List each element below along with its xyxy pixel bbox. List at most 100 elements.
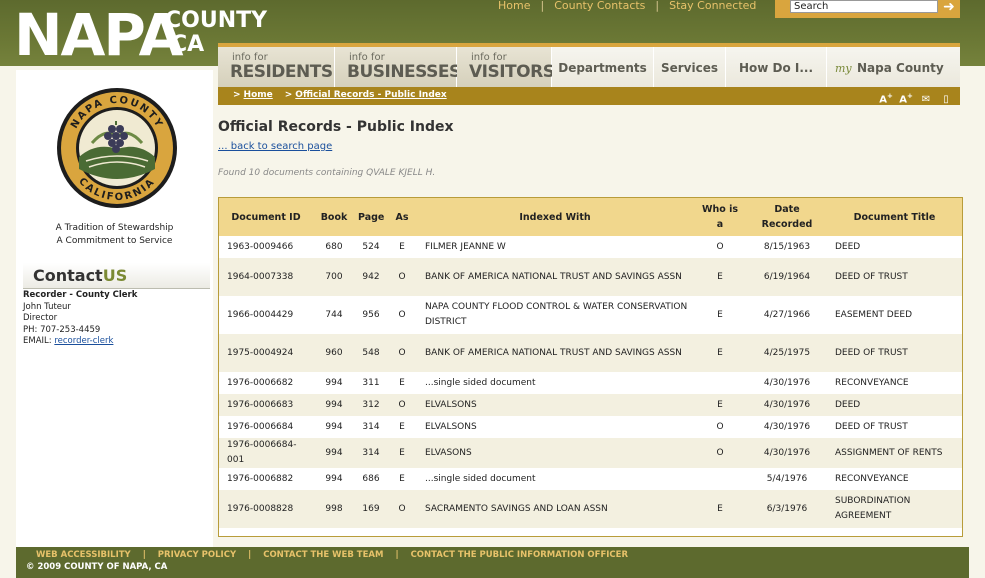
cell-who-is-a: E <box>693 296 747 334</box>
cell-document-id: 1976-0006684 <box>219 416 313 438</box>
cell-indexed-with: ...single sided document <box>417 372 693 394</box>
contact-info: Recorder - County Clerk John Tuteur Dire… <box>23 290 213 348</box>
table-row[interactable]: 1966-0004429 744 956 O NAPA COUNTY FLOOD CON… <box>219 296 962 334</box>
cell-document-title: RECONVEYANCE <box>827 468 962 490</box>
util-link-county-contacts[interactable]: County Contacts <box>554 0 645 12</box>
separator: | <box>142 550 146 560</box>
cell-document-title: EASEMENT DEED <box>827 296 962 334</box>
col-header-date-line-1: Date <box>774 204 800 215</box>
contact-email-link[interactable]: recorder-clerk <box>54 336 113 346</box>
table-row[interactable]: 1976-0006683 994 312 O ELVALSONS E 4/30/1976 DE… <box>219 394 962 416</box>
page: NAPA COUNTY CA Home | County Contacts | Stay… <box>0 0 985 578</box>
text-larger-icon[interactable]: A+ <box>878 89 894 107</box>
table-row[interactable]: 1975-0004924 960 548 O BANK OF AMERICA NATIO… <box>219 334 962 372</box>
cell-book: 994 <box>313 394 355 416</box>
logo-ca[interactable]: CA <box>171 34 204 56</box>
nav-tab-residents-label: RESIDENTS <box>230 62 333 82</box>
nav-tab-my-napa-county[interactable]: my Napa County <box>827 47 960 87</box>
table-row[interactable]: 1976-0008828 998 169 O SACRAMENTO SAVINGS AN… <box>219 490 962 528</box>
separator: | <box>655 0 660 12</box>
cell-who-is-a: O <box>693 236 747 258</box>
footer-link-contact-web-team[interactable]: CONTACT THE WEB TEAM <box>263 550 383 560</box>
print-icon[interactable]: ▯ <box>938 93 954 107</box>
col-header-document-id: Document ID <box>219 198 313 236</box>
cell-book: 994 <box>313 468 355 490</box>
table-row[interactable]: 1976-0006684 994 314 E ELVALSONS O 4/30/1976 DE… <box>219 416 962 438</box>
copyright: © 2009 COUNTY OF NAPA, CA <box>26 562 168 572</box>
table-row[interactable]: 1976-0006882 994 686 E ...single sided docum… <box>219 468 962 490</box>
cell-page: 524 <box>355 236 387 258</box>
contact-title: ContactUS <box>33 266 127 286</box>
footer-link-privacy-policy[interactable]: PRIVACY POLICY <box>158 550 236 560</box>
col-header-indexed-with: Indexed With <box>417 198 693 236</box>
search-go-icon[interactable]: ➜ <box>941 0 957 14</box>
logo-napa[interactable]: NAPA <box>14 6 184 64</box>
cell-date-recorded: 4/30/1976 <box>747 438 827 468</box>
nav-tab-visitors-label: VISITORS <box>469 62 555 82</box>
separator: | <box>248 550 252 560</box>
nav-tab-how-do-i[interactable]: How Do I... <box>726 47 827 87</box>
cell-document-id: 1963-0009466 <box>219 236 313 258</box>
nav-tab-my-prefix: my <box>835 62 852 75</box>
table-row[interactable]: 1976-0006682 994 311 E ...single sided docum… <box>219 372 962 394</box>
cell-page: 169 <box>355 490 387 528</box>
cell-document-title: DEED <box>827 236 962 258</box>
nav-tab-services[interactable]: Services <box>654 47 726 87</box>
tagline-line-2: A Commitment to Service <box>56 236 173 246</box>
cell-page: 548 <box>355 334 387 372</box>
table-row[interactable]: 1964-0007338 700 942 O BANK OF AMERICA NATIO… <box>219 258 962 296</box>
nav-tab-businesses[interactable]: info for BUSINESSES <box>335 47 461 87</box>
search-box: ➜ <box>775 0 960 18</box>
nav-tab-residents[interactable]: info for RESIDENTS <box>218 47 335 87</box>
logo-county[interactable]: COUNTY <box>165 10 267 32</box>
cell-document-title: ASSIGNMENT OF RENTS <box>827 438 962 468</box>
email-icon[interactable]: ✉ <box>918 93 934 107</box>
footer-link-contact-pio[interactable]: CONTACT THE PUBLIC INFORMATION OFFICER <box>411 550 628 560</box>
cell-page: 314 <box>355 416 387 438</box>
main-nav: info for RESIDENTS info for BUSINESSES i… <box>218 47 960 87</box>
footer-links: WEB ACCESSIBILITY | PRIVACY POLICY | CONTACT… <box>36 550 628 561</box>
cell-who-is-a <box>693 372 747 394</box>
back-to-search-link[interactable]: ... back to search page <box>218 140 332 154</box>
table-row[interactable]: 1976-0006684-001 994 314 E ELVASONS O 4/30/197… <box>219 438 962 468</box>
footer-link-web-accessibility[interactable]: WEB ACCESSIBILITY <box>36 550 131 560</box>
cell-document-title: DEED <box>827 394 962 416</box>
cell-indexed-with: ...single sided document <box>417 468 693 490</box>
breadcrumb-home[interactable]: Home <box>244 90 273 100</box>
contact-us-heading: ContactUS <box>23 263 210 289</box>
separator: | <box>540 0 545 12</box>
records-table: Document ID Book Page As Indexed With Wh… <box>219 198 962 528</box>
cell-date-recorded: 4/25/1975 <box>747 334 827 372</box>
breadcrumb-arrow: > <box>284 90 293 100</box>
cell-book: 680 <box>313 236 355 258</box>
records-table-container: Document ID Book Page As Indexed With Wh… <box>218 197 963 537</box>
cell-who-is-a: O <box>693 438 747 468</box>
cell-page: 686 <box>355 468 387 490</box>
search-input[interactable] <box>790 0 938 13</box>
contact-title-a: Contact <box>33 266 103 285</box>
cell-as: E <box>387 416 417 438</box>
util-link-stay-connected[interactable]: Stay Connected <box>669 0 756 12</box>
text-largest-icon[interactable]: A+ <box>898 89 914 107</box>
cell-book: 998 <box>313 490 355 528</box>
contact-role: Director <box>23 313 58 323</box>
nav-tab-services-label: Services <box>660 61 719 75</box>
util-link-home[interactable]: Home <box>498 0 530 12</box>
cell-as: E <box>387 438 417 468</box>
cell-document-id: 1976-0006683 <box>219 394 313 416</box>
nav-tab-visitors[interactable]: info for VISITORS <box>457 47 555 87</box>
cell-document-id: 1976-0006882 <box>219 468 313 490</box>
nav-tab-departments-label: Departments <box>558 61 647 75</box>
cell-indexed-with: FILMER JEANNE W <box>417 236 693 258</box>
cell-date-recorded: 6/19/1964 <box>747 258 827 296</box>
breadcrumb-current[interactable]: Official Records - Public Index <box>295 90 446 100</box>
contact-title-b: US <box>102 266 128 285</box>
cell-page: 956 <box>355 296 387 334</box>
table-row[interactable]: 1963-0009466 680 524 E FILMER JEANNE W O 8/15/… <box>219 236 962 258</box>
cell-as: E <box>387 236 417 258</box>
cell-document-id: 1976-0006684-001 <box>219 438 313 468</box>
cell-document-title: DEED OF TRUST <box>827 258 962 296</box>
breadcrumb-bar: > Home > Official Records - Public Index A+… <box>218 87 960 105</box>
tagline-line-1: A Tradition of Stewardship <box>55 223 174 233</box>
nav-tab-departments[interactable]: Departments <box>552 47 654 87</box>
